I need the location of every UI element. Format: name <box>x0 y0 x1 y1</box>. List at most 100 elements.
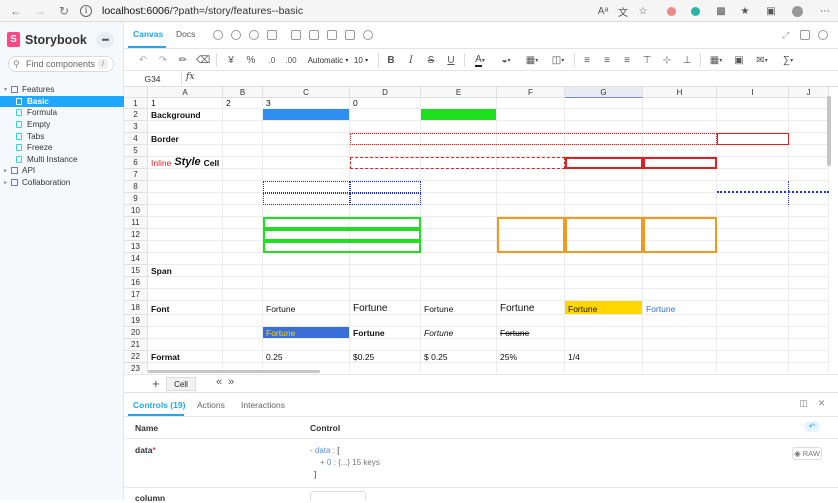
add-sheet-button[interactable]: + <box>152 376 160 391</box>
cell-c18[interactable]: Fortune <box>263 301 350 315</box>
sidebar-item-api[interactable]: ▸ API <box>0 165 124 177</box>
comment-icon[interactable]: ✉ ▾ <box>752 53 772 67</box>
cell-a2[interactable]: Background <box>148 109 223 121</box>
cell-c1[interactable]: 3 <box>263 98 350 109</box>
zoom-out-icon[interactable] <box>231 30 241 40</box>
collapse-icon[interactable]: - <box>310 446 313 455</box>
horizontal-scrollbar[interactable] <box>148 370 320 373</box>
zoom-in-icon[interactable] <box>213 30 223 40</box>
cell-a22[interactable]: Format <box>148 351 223 363</box>
row-header-19[interactable]: 19 <box>124 315 148 327</box>
row-header-21[interactable]: 21 <box>124 339 148 351</box>
row-header-14[interactable]: 14 <box>124 253 148 265</box>
forward-icon[interactable]: → <box>32 3 48 19</box>
font-color-icon[interactable]: A ▾ <box>470 53 490 67</box>
vertical-scrollbar[interactable] <box>827 96 831 166</box>
scroll-tabs-right-icon[interactable]: » <box>228 376 234 388</box>
tab-docs[interactable]: Docs <box>176 29 195 39</box>
viewport-icon[interactable] <box>309 30 319 40</box>
column-header-b[interactable]: B <box>223 87 263 98</box>
fullscreen-icon[interactable]: ⤢ <box>782 30 792 40</box>
format-painter-icon[interactable]: ✏ <box>176 53 190 67</box>
row-header-13[interactable]: 13 <box>124 241 148 253</box>
italic-icon[interactable]: I <box>404 53 418 67</box>
reset-controls-button[interactable]: ↶ <box>804 421 820 432</box>
cell-a1[interactable]: 1 <box>148 98 223 109</box>
row-header-15[interactable]: 15 <box>124 265 148 277</box>
column-header-a[interactable]: A <box>148 87 223 98</box>
cell-a15[interactable]: Span <box>148 265 223 277</box>
cell-a6[interactable]: Inline Style Cell <box>148 156 263 169</box>
sidebar-item-empty[interactable]: Empty <box>0 119 124 131</box>
column-header-g[interactable]: G <box>565 87 643 98</box>
cell-d22[interactable]: $0.25 <box>350 351 421 363</box>
row-header-4[interactable]: 4 <box>124 133 148 145</box>
sidebar-item-multi-instance[interactable]: Multi Instance <box>0 154 124 166</box>
profile-avatar[interactable] <box>790 3 804 19</box>
row-header-11[interactable]: 11 <box>124 217 148 229</box>
column-header-i[interactable]: I <box>717 87 789 98</box>
row-header-7[interactable]: 7 <box>124 169 148 181</box>
row-header-9[interactable]: 9 <box>124 193 148 205</box>
cell-f22[interactable]: 25% <box>497 351 565 363</box>
scroll-tabs-left-icon[interactable]: « <box>216 376 222 388</box>
decrease-decimal-button[interactable]: .0 <box>264 53 280 67</box>
row-header-5[interactable]: 5 <box>124 145 148 157</box>
column-header-j[interactable]: J <box>789 87 829 98</box>
redo-icon[interactable]: ↷ <box>156 53 170 67</box>
cell-b1[interactable]: 2 <box>223 98 263 109</box>
expand-icon[interactable]: + <box>320 458 325 467</box>
sidebar-item-features[interactable]: ▾ Features <box>0 84 124 96</box>
cell-f18[interactable]: Fortune <box>497 301 565 315</box>
fill-color-icon[interactable]: ◒ ▾ <box>496 53 516 67</box>
percent-button[interactable]: % <box>244 53 258 67</box>
cell-d18[interactable]: Fortune <box>350 301 421 315</box>
merge-cells-icon[interactable]: ◫ ▾ <box>548 53 568 67</box>
column-header-h[interactable]: H <box>643 87 717 98</box>
panel-layout-icon[interactable]: ◫ <box>799 398 808 408</box>
tab-actions[interactable]: Actions <box>197 400 225 410</box>
extension-icon[interactable] <box>666 3 676 19</box>
bold-icon[interactable]: B <box>384 53 398 67</box>
cell-e18[interactable]: Fortune <box>421 301 497 315</box>
column-header-f[interactable]: F <box>497 87 565 98</box>
cell-g18[interactable]: Fortune <box>565 301 643 315</box>
cell-reference-box[interactable]: G34 <box>124 71 182 87</box>
column-header-d[interactable]: D <box>350 87 421 98</box>
zoom-reset-icon[interactable] <box>249 30 259 40</box>
address-bar[interactable]: i localhost:6006/?path=/story/features--… <box>80 2 410 19</box>
extensions-icon[interactable]: ▩ <box>714 3 728 19</box>
row-header-1[interactable]: 1 <box>124 98 148 109</box>
grid-corner[interactable] <box>124 87 148 98</box>
favorite-add-icon[interactable]: ☆ <box>636 3 650 19</box>
cell-d1[interactable]: 0 <box>350 98 421 109</box>
favorites-icon[interactable]: ★ <box>738 3 752 19</box>
strikethrough-icon[interactable]: S <box>424 53 438 67</box>
image-icon[interactable]: ▣ <box>732 53 746 67</box>
sheet-tab-cell[interactable]: Cell <box>166 377 196 391</box>
extension-m-icon[interactable] <box>690 3 700 19</box>
row-header-18[interactable]: 18 <box>124 301 148 315</box>
sidebar-item-formula[interactable]: Formula <box>0 107 124 119</box>
row-header-23[interactable]: 23 <box>124 363 148 373</box>
font-size-select[interactable]: 10 ▾ <box>352 53 370 67</box>
cell-a18[interactable]: Font <box>148 301 223 315</box>
formula-sum-icon[interactable]: ∑ ▾ <box>778 53 798 67</box>
underline-icon[interactable]: U <box>444 53 458 67</box>
row-header-17[interactable]: 17 <box>124 289 148 301</box>
cell-a4[interactable]: Border <box>148 133 223 145</box>
cell-c20[interactable]: Fortune <box>263 327 350 339</box>
sidebar-menu-button[interactable]: ••• <box>96 32 114 48</box>
measure-icon[interactable] <box>327 30 337 40</box>
row-header-10[interactable]: 10 <box>124 205 148 217</box>
spreadsheet-grid[interactable]: A B C D E F G H I J 1 2 3 4 5 6 7 8 9 10 11 12 13 14 15 16 17 18 19 2… <box>124 87 829 373</box>
sidebar-item-freeze[interactable]: Freeze <box>0 142 124 154</box>
row-header-22[interactable]: 22 <box>124 351 148 363</box>
align-middle-icon[interactable]: ⊹ <box>660 53 674 67</box>
tab-canvas[interactable]: Canvas <box>133 29 163 39</box>
column-header-c[interactable]: C <box>263 87 350 98</box>
row-header-16[interactable]: 16 <box>124 277 148 289</box>
cell-e20[interactable]: Fortune <box>421 327 497 339</box>
grid-icon[interactable] <box>291 30 301 40</box>
cell-d20[interactable]: Fortune <box>350 327 421 339</box>
